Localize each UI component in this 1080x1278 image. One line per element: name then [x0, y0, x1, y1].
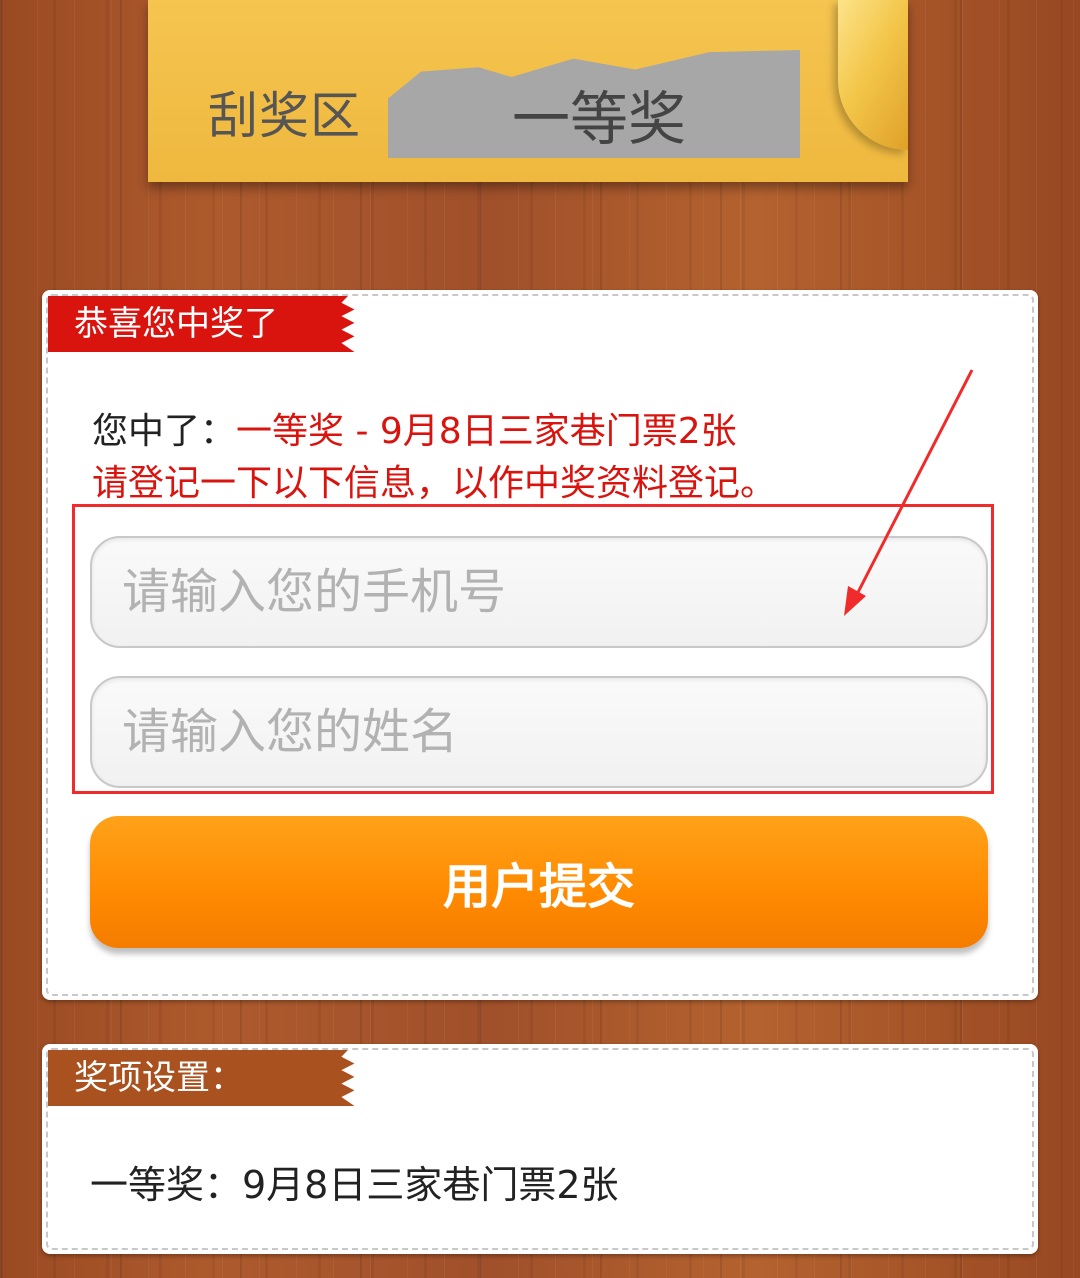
prize-settings-panel: 奖项设置： 一等奖：9月8日三家巷门票2张: [42, 1044, 1038, 1254]
prize-list-item: 一等奖：9月8日三家巷门票2张: [90, 1163, 619, 1207]
scratch-card: 刮奖区 一等奖: [148, 0, 908, 182]
scratch-result: 一等奖: [512, 85, 687, 153]
register-notice: 请登记一下以下信息，以作中奖资料登记。: [92, 463, 777, 504]
page-curl-decoration: [838, 0, 908, 150]
submit-button[interactable]: 用户提交: [90, 816, 988, 948]
prize-settings-ribbon-title: 奖项设置：: [48, 1050, 355, 1106]
scratch-area-label: 刮奖区: [208, 87, 361, 145]
win-panel: 恭喜您中奖了 您中了：一等奖 - 9月8日三家巷门票2张 请登记一下以下信息，以…: [42, 290, 1038, 1000]
win-message: 您中了：一等奖 - 9月8日三家巷门票2张: [92, 402, 737, 454]
win-prize: 一等奖 - 9月8日三家巷门票2张: [236, 411, 737, 452]
name-input[interactable]: [90, 676, 988, 788]
win-prefix: 您中了：: [92, 411, 237, 452]
annotation-arrow-icon: [844, 369, 974, 616]
win-ribbon-title: 恭喜您中奖了: [48, 296, 355, 352]
